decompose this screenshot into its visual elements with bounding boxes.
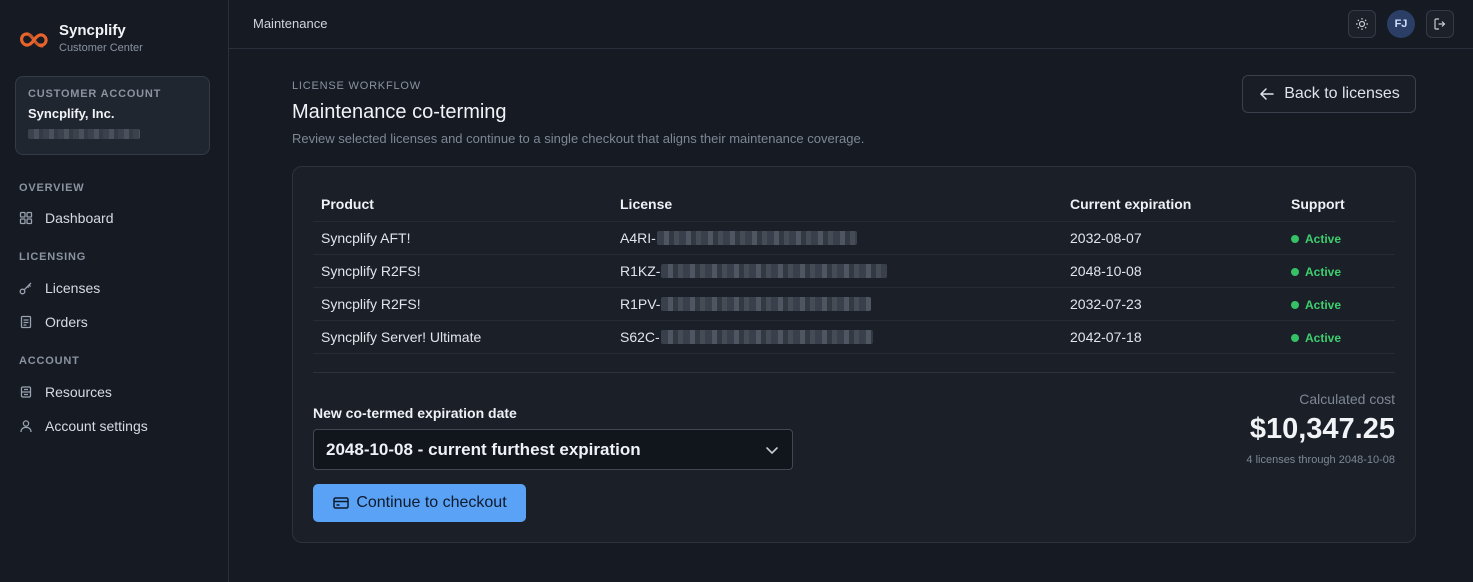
status-badge: Active [1291, 298, 1341, 312]
divider [313, 372, 1395, 373]
support-cell: Active [1283, 287, 1395, 321]
status-label: Active [1305, 297, 1342, 312]
page-eyebrow: LICENSE WORKFLOW [292, 80, 421, 92]
status-label: Active [1305, 231, 1342, 246]
table-row: Syncplify Server! Ultimate S62C- 2042-07… [313, 320, 1395, 354]
calculated-cost-summary: 4 licenses through 2048-10-08 [1246, 454, 1395, 466]
status-badge: Active [1291, 232, 1341, 246]
sidebar-item-label: Account settings [45, 418, 148, 434]
table-row: Syncplify R2FS! R1KZ- 2048-10-08 Active [313, 254, 1395, 288]
column-header-support: Support [1283, 187, 1395, 222]
redacted-license-key [661, 263, 888, 278]
support-cell: Active [1283, 320, 1395, 354]
user-icon [19, 419, 33, 433]
sidebar-item-label: Licenses [45, 280, 101, 296]
sidebar-item-dashboard[interactable]: Dashboard [19, 208, 114, 228]
logout-icon [1434, 18, 1446, 30]
arrow-left-icon [1260, 88, 1274, 100]
license-prefix: R1KZ- [620, 262, 661, 279]
status-label: Active [1305, 330, 1342, 345]
theme-toggle-button[interactable] [1348, 10, 1376, 38]
breadcrumb[interactable]: Maintenance [253, 16, 327, 31]
sidebar-item-licenses[interactable]: Licenses [19, 278, 100, 298]
redacted-account-detail [28, 129, 140, 139]
license-cell: R1PV- [612, 287, 1062, 321]
product-cell: Syncplify Server! Ultimate [313, 320, 612, 354]
credit-card-icon [333, 497, 350, 509]
table-header-row: Product License Current expiration Suppo… [313, 187, 1395, 222]
sidebar-item-account-settings[interactable]: Account settings [19, 416, 148, 436]
product-cell: Syncplify AFT! [313, 221, 612, 255]
redacted-license-key [660, 329, 873, 344]
status-label: Active [1305, 264, 1342, 279]
avatar[interactable]: FJ [1387, 10, 1415, 38]
brand-subtitle: Customer Center [59, 42, 143, 54]
sidebar-item-orders[interactable]: Orders [19, 312, 88, 332]
status-badge: Active [1291, 265, 1341, 279]
brand[interactable]: Syncplify Customer Center [18, 22, 143, 54]
status-badge: Active [1291, 331, 1341, 345]
topbar: Maintenance FJ [229, 0, 1473, 49]
column-header-product: Product [313, 187, 612, 222]
brand-name: Syncplify [59, 22, 126, 39]
nav-section-licensing: LICENSING [19, 251, 87, 263]
status-dot-icon [1291, 234, 1299, 243]
sidebar-item-resources[interactable]: Resources [19, 382, 112, 402]
back-button-label: Back to licenses [1284, 85, 1400, 102]
license-prefix: R1PV- [620, 295, 661, 312]
account-name: Syncplify, Inc. [28, 106, 115, 121]
status-dot-icon [1291, 267, 1299, 276]
license-prefix: A4RI- [620, 229, 656, 246]
key-icon [19, 281, 33, 295]
chevron-down-icon [766, 447, 778, 455]
redacted-license-key [656, 230, 857, 245]
sidebar-item-label: Orders [45, 314, 88, 330]
account-card-label: CUSTOMER ACCOUNT [28, 88, 162, 100]
customer-account-card[interactable]: CUSTOMER ACCOUNT Syncplify, Inc. [15, 76, 210, 155]
license-cell: R1KZ- [612, 254, 1062, 288]
sidebar-item-label: Resources [45, 384, 112, 400]
nav-section-account: ACCOUNT [19, 355, 80, 367]
database-icon [19, 385, 33, 399]
expiration-date-select[interactable]: 2048-10-08 - current furthest expiration [313, 429, 793, 470]
status-dot-icon [1291, 333, 1299, 342]
license-prefix: S62C- [620, 328, 660, 345]
calculated-cost-label: Calculated cost [1299, 391, 1395, 407]
expiration-cell: 2032-08-07 [1062, 221, 1283, 255]
expiration-cell: 2042-07-18 [1062, 320, 1283, 354]
logout-button[interactable] [1426, 10, 1454, 38]
sun-icon [1356, 18, 1368, 30]
product-cell: Syncplify R2FS! [313, 287, 612, 321]
sidebar-item-label: Dashboard [45, 210, 114, 226]
calculated-cost-value: $10,347.25 [1249, 413, 1395, 445]
product-cell: Syncplify R2FS! [313, 254, 612, 288]
licenses-table: Product License Current expiration Suppo… [313, 187, 1395, 354]
expiration-cell: 2048-10-08 [1062, 254, 1283, 288]
coterm-panel: Product License Current expiration Suppo… [292, 166, 1416, 543]
license-cell: A4RI- [612, 221, 1062, 255]
support-cell: Active [1283, 221, 1395, 255]
expiration-cell: 2032-07-23 [1062, 287, 1283, 321]
grid-icon [19, 211, 33, 225]
receipt-icon [19, 315, 33, 329]
page-title: Maintenance co-terming [292, 101, 507, 123]
select-value: 2048-10-08 - current furthest expiration [326, 439, 641, 459]
expiration-date-label: New co-termed expiration date [313, 405, 517, 421]
table-row: Syncplify AFT! A4RI- 2032-08-07 Active [313, 221, 1395, 255]
checkout-button-label: Continue to checkout [356, 494, 507, 511]
column-header-expiration: Current expiration [1062, 187, 1283, 222]
sidebar: Syncplify Customer Center CUSTOMER ACCOU… [0, 0, 229, 582]
license-cell: S62C- [612, 320, 1062, 354]
redacted-license-key [661, 296, 872, 311]
back-to-licenses-button[interactable]: Back to licenses [1242, 75, 1416, 113]
page-description: Review selected licenses and continue to… [292, 131, 865, 146]
continue-to-checkout-button[interactable]: Continue to checkout [313, 484, 526, 522]
nav-section-overview: OVERVIEW [19, 182, 85, 194]
status-dot-icon [1291, 300, 1299, 309]
table-row: Syncplify R2FS! R1PV- 2032-07-23 Active [313, 287, 1395, 321]
support-cell: Active [1283, 254, 1395, 288]
infinity-logo-icon [20, 32, 48, 48]
column-header-license: License [612, 187, 1062, 222]
